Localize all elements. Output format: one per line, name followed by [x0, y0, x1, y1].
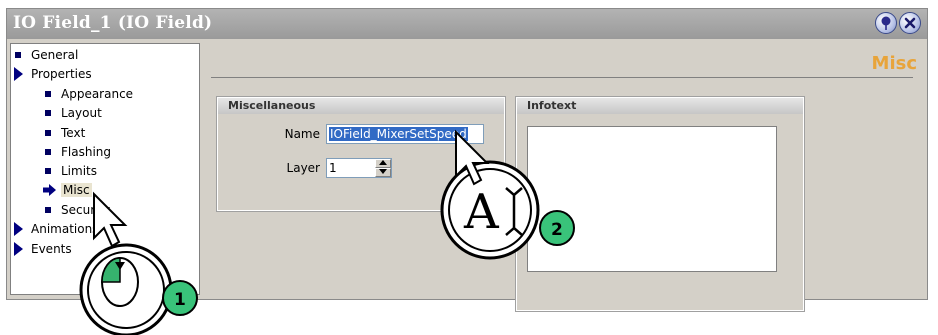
group-title: Miscellaneous: [218, 98, 504, 114]
nav-item-label: Properties: [31, 67, 92, 81]
nav-item-properties[interactable]: Properties: [13, 65, 92, 83]
heading-divider: [211, 77, 913, 78]
arrow-right-icon: [43, 184, 56, 196]
layer-stepper[interactable]: 1: [326, 158, 392, 178]
bullet-icon: [15, 52, 21, 58]
pin-icon: [881, 16, 891, 30]
chevron-up-icon: [379, 160, 387, 165]
nav-item-label: Layout: [61, 106, 102, 120]
expand-triangle-icon: [14, 242, 23, 256]
nav-item-text[interactable]: Text: [43, 124, 85, 142]
chevron-down-icon: [379, 169, 387, 174]
nav-item-limits[interactable]: Limits: [43, 162, 97, 180]
nav-item-misc[interactable]: Misc: [43, 181, 92, 199]
nav-item-appearance[interactable]: Appearance: [43, 85, 133, 103]
bullet-icon: [45, 149, 51, 155]
nav-item-label: Events: [31, 242, 72, 256]
nav-item-animations[interactable]: Animations: [13, 220, 98, 238]
layer-value: 1: [329, 161, 337, 175]
nav-item-events[interactable]: Events: [13, 240, 72, 258]
bullet-icon: [45, 130, 51, 136]
page-heading: Misc: [871, 53, 917, 74]
nav-item-security[interactable]: Security: [43, 201, 110, 219]
io-field-properties-window: IO Field_1 (IO Field) General Properties…: [6, 8, 928, 312]
infotext-group: Infotext: [515, 96, 805, 312]
close-icon: [904, 17, 916, 29]
miscellaneous-group: Miscellaneous Name IOField_MixerSetSpeed…: [216, 96, 506, 212]
nav-item-layout[interactable]: Layout: [43, 104, 102, 122]
nav-item-flashing[interactable]: Flashing: [43, 143, 111, 161]
close-button[interactable]: [899, 12, 921, 34]
nav-item-label: Misc: [61, 183, 92, 197]
properties-pane: Misc Miscellaneous Name IOField_MixerSet…: [203, 43, 921, 312]
bullet-icon: [45, 110, 51, 116]
name-field[interactable]: IOField_MixerSetSpeed: [326, 124, 484, 144]
pin-button[interactable]: [875, 12, 897, 34]
nav-item-label: Text: [61, 126, 86, 140]
expand-triangle-icon: [14, 222, 23, 236]
window-title: IO Field_1 (IO Field): [13, 13, 213, 33]
infotext-field[interactable]: [527, 126, 777, 272]
title-bar[interactable]: IO Field_1 (IO Field): [7, 9, 927, 39]
nav-item-label: General: [31, 48, 79, 62]
spin-down-button[interactable]: [375, 168, 391, 177]
expand-triangle-icon: [14, 67, 23, 81]
name-label: Name: [284, 127, 320, 141]
property-tree[interactable]: General Properties Appearance Layout Tex…: [10, 43, 200, 295]
spin-up-button[interactable]: [375, 159, 391, 168]
nav-item-label: Appearance: [61, 87, 134, 101]
nav-item-general[interactable]: General: [13, 46, 78, 64]
bullet-icon: [45, 168, 51, 174]
name-field-value: IOField_MixerSetSpeed: [329, 127, 468, 141]
nav-item-label: Flashing: [61, 145, 112, 159]
nav-item-label: Security: [61, 203, 111, 217]
bullet-icon: [45, 91, 51, 97]
nav-item-label: Animations: [31, 222, 99, 236]
nav-item-label: Limits: [61, 164, 97, 178]
bullet-icon: [45, 207, 51, 213]
group-title: Infotext: [517, 98, 803, 114]
layer-label: Layer: [286, 161, 320, 175]
